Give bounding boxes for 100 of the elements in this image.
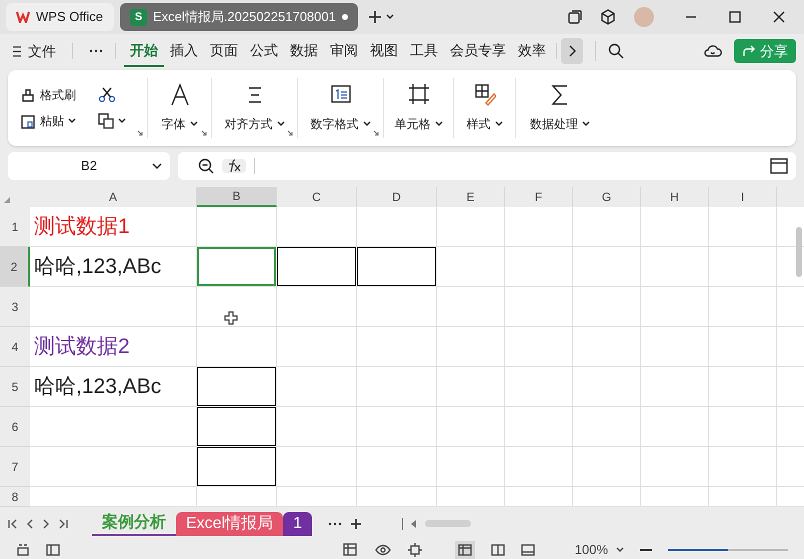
menu-tab[interactable]: 审阅	[324, 36, 364, 66]
table-cell	[641, 367, 709, 407]
table-cell	[505, 287, 573, 327]
maximize-icon	[728, 10, 742, 24]
ribbon-group-button[interactable]: 数字格式	[310, 115, 370, 133]
column-header[interactable]: F	[505, 187, 573, 207]
menu-tab[interactable]: 公式	[244, 36, 284, 66]
menu-tab[interactable]: 数据	[284, 36, 324, 66]
table-cell: 哈哈,123,ABc	[30, 367, 197, 407]
menu-tab[interactable]: 视图	[364, 36, 404, 66]
table-cell	[505, 407, 573, 447]
launcher-icon	[287, 130, 293, 136]
caret-icon	[582, 121, 590, 127]
table-settings-icon	[342, 542, 359, 556]
launcher-icon	[373, 130, 379, 136]
row-header[interactable]: 7	[0, 447, 30, 487]
share-icon	[742, 45, 756, 57]
table-cell	[573, 367, 641, 407]
table-cell: 测试数据1	[30, 207, 197, 247]
sheet-file-icon: S	[130, 8, 147, 26]
menu-icon	[12, 46, 22, 56]
menu-tab[interactable]: 页面	[204, 36, 244, 66]
table-cell	[641, 407, 709, 447]
table-cell	[641, 207, 709, 247]
caret-icon	[616, 546, 624, 552]
column-header[interactable]: D	[357, 187, 437, 207]
launcher-icon	[201, 130, 207, 136]
table-cell	[573, 247, 641, 287]
menu-tab[interactable]: 插入	[164, 36, 204, 66]
macro-icon	[16, 542, 30, 556]
table-cell	[505, 327, 573, 367]
sheet-tab[interactable]: 1	[283, 512, 312, 536]
menu-tab[interactable]: 会员专享	[444, 36, 512, 66]
row-header[interactable]: 1	[0, 207, 30, 247]
ribbon-group-button[interactable]: 样式	[466, 115, 502, 133]
menu-tab[interactable]: 效率	[512, 36, 552, 66]
format-painter-button[interactable]: 格式刷	[20, 86, 86, 104]
table-cell	[641, 247, 709, 287]
column-header[interactable]: E	[437, 187, 505, 207]
paste-button[interactable]: 粘贴	[20, 112, 86, 130]
select-all-icon	[4, 197, 10, 203]
name-box[interactable]: B2	[8, 152, 170, 180]
document-tab[interactable]: S Excel情报局.202502251708001	[120, 3, 358, 31]
eye-icon	[374, 544, 391, 556]
table-cell	[573, 287, 641, 327]
sheet-tab[interactable]: Excel情报局	[176, 512, 284, 536]
function-button[interactable]	[222, 159, 246, 173]
crosshair-icon	[406, 542, 423, 556]
ribbon-group-button[interactable]: 字体	[162, 115, 198, 133]
cloud-sync-icon	[704, 43, 722, 59]
table-cell	[505, 447, 573, 487]
plus-icon	[368, 10, 382, 24]
row-header[interactable]: 4	[0, 327, 30, 367]
close-icon	[772, 10, 786, 24]
document-tab[interactable]: WPS Office	[6, 3, 114, 31]
ribbon-group-button[interactable]: 对齐方式	[224, 115, 284, 133]
table-cell	[437, 407, 505, 447]
table-cell: 测试数据2	[30, 327, 197, 367]
table-cell	[437, 327, 505, 367]
sidebar-icon	[46, 542, 60, 556]
table-cell	[641, 327, 709, 367]
row-header[interactable]: 3	[0, 287, 30, 327]
row-header[interactable]: 6	[0, 407, 30, 447]
caret-icon	[118, 118, 126, 124]
chevron-right-icon	[568, 45, 576, 57]
caret-icon	[68, 118, 76, 124]
row-header[interactable]: 2	[0, 247, 30, 287]
column-header[interactable]: G	[573, 187, 641, 207]
table-cell	[573, 447, 641, 487]
caret-icon	[362, 121, 370, 127]
more-sheets-icon	[328, 522, 342, 526]
table-cell	[437, 447, 505, 487]
file-menu[interactable]: 文件	[8, 40, 60, 62]
column-header[interactable]: I	[709, 187, 777, 207]
column-header[interactable]: B	[197, 187, 277, 207]
brush-icon	[20, 87, 36, 103]
zoom-level[interactable]: 100%	[574, 540, 624, 559]
column-header[interactable]: H	[641, 187, 709, 207]
row-header[interactable]: 8	[0, 487, 30, 507]
ribbon-group-button[interactable]: 单元格	[394, 115, 442, 133]
expand-formula-icon	[770, 158, 788, 174]
page-view-icon	[490, 544, 505, 556]
ribbon-group-button[interactable]: 数据处理	[530, 115, 590, 133]
add-sheet-icon	[350, 518, 362, 530]
caret-icon	[276, 121, 284, 127]
cell-cursor-icon	[224, 311, 238, 325]
row-header[interactable]: 5	[0, 367, 30, 407]
table-cell	[573, 327, 641, 367]
cell-icon	[408, 83, 430, 107]
scroll-right-button[interactable]	[561, 38, 583, 64]
menu-tab[interactable]: 工具	[404, 36, 444, 66]
vertical-scrollbar[interactable]	[796, 227, 802, 277]
window-icon	[568, 10, 582, 24]
table-cell	[573, 407, 641, 447]
caret-icon	[434, 121, 442, 127]
horizontal-scrollbar[interactable]	[425, 520, 472, 527]
menu-tab[interactable]: 开始	[124, 36, 164, 66]
column-header[interactable]: C	[277, 187, 357, 207]
cube-icon	[600, 9, 616, 25]
table-cell	[437, 207, 505, 247]
